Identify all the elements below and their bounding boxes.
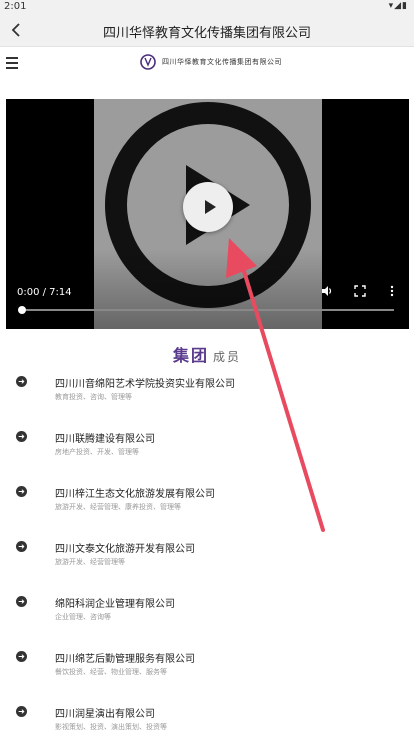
list-item[interactable]: ➜ 绵阳科润企业管理有限公司 企业管理、咨询等	[0, 590, 414, 645]
member-name[interactable]: 四川文泰文化旅游开发有限公司	[55, 540, 195, 555]
app-title: 四川华怿教育文化传播集团有限公司	[102, 26, 311, 41]
member-name[interactable]: 绵阳科润企业管理有限公司	[55, 595, 175, 610]
member-desc: 房地产投资、开发、管理等	[55, 448, 139, 456]
site-header: 四川华怿教育文化传播集团有限公司	[0, 47, 414, 83]
member-desc: 教育投资、咨询、管理等	[55, 393, 132, 401]
logo-mark-icon	[140, 54, 156, 70]
logo-text: 四川华怿教育文化传播集团有限公司	[162, 58, 282, 66]
play-icon	[204, 200, 216, 214]
member-list: ➜ 四川川音绵阳艺术学院投资实业有限公司 教育投资、咨询、管理等 ➜ 四川联腾建…	[0, 370, 414, 755]
video-time: 0:00 / 7:14	[17, 287, 72, 298]
member-desc: 旅游开发、经营管理等	[55, 558, 125, 566]
member-name[interactable]: 四川川音绵阳艺术学院投资实业有限公司	[55, 375, 235, 390]
member-desc: 影视策划、投资、演出策划、投资等	[55, 723, 167, 731]
list-item[interactable]: ➜ 四川文泰文化旅游开发有限公司 旅游开发、经营管理等	[0, 535, 414, 590]
hamburger-menu-icon[interactable]	[6, 57, 18, 69]
arrow-circle-icon: ➜	[16, 486, 27, 497]
list-item[interactable]: ➜ 四川联腾建设有限公司 房地产投资、开发、管理等	[0, 425, 414, 480]
app-bar: 四川华怿教育文化传播集团有限公司	[0, 14, 414, 47]
list-item[interactable]: ➜ 四川润星演出有限公司 影视策划、投资、演出策划、投资等	[0, 700, 414, 755]
video-progress-thumb[interactable]	[18, 306, 26, 314]
status-bar: 2:01 ▾◢▮	[0, 0, 414, 14]
list-item[interactable]: ➜ 四川川音绵阳艺术学院投资实业有限公司 教育投资、咨询、管理等	[0, 370, 414, 425]
site-logo[interactable]: 四川华怿教育文化传播集团有限公司	[140, 53, 282, 71]
video-progress-track[interactable]	[22, 309, 394, 311]
fullscreen-icon[interactable]	[353, 285, 367, 299]
status-time: 2:01	[4, 1, 27, 12]
member-desc: 企业管理、咨询等	[55, 613, 111, 621]
member-name[interactable]: 四川绵艺后勤管理服务有限公司	[55, 650, 195, 665]
member-name[interactable]: 四川梓江生态文化旅游发展有限公司	[55, 485, 215, 500]
section-title-strong: 集团	[172, 346, 209, 365]
member-name[interactable]: 四川联腾建设有限公司	[55, 430, 155, 445]
arrow-circle-icon: ➜	[16, 596, 27, 607]
play-button[interactable]	[183, 182, 233, 232]
member-desc: 旅游开发、经营管理、康养投资、管理等	[55, 503, 181, 511]
arrow-circle-icon: ➜	[16, 541, 27, 552]
video-player[interactable]: 0:00 / 7:14	[6, 99, 409, 329]
member-name[interactable]: 四川润星演出有限公司	[55, 705, 155, 720]
arrow-circle-icon: ➜	[16, 376, 27, 387]
section-title: 集团 成员	[0, 342, 414, 366]
volume-icon[interactable]	[320, 285, 334, 299]
section-title-light: 成员	[213, 350, 242, 364]
list-item[interactable]: ➜ 四川梓江生态文化旅游发展有限公司 旅游开发、经营管理、康养投资、管理等	[0, 480, 414, 535]
arrow-circle-icon: ➜	[16, 431, 27, 442]
member-desc: 餐饮投资、经营、物业管理、服务等	[55, 668, 167, 676]
status-icons: ▾◢▮	[388, 1, 408, 11]
arrow-circle-icon: ➜	[16, 651, 27, 662]
list-item[interactable]: ➜ 四川绵艺后勤管理服务有限公司 餐饮投资、经营、物业管理、服务等	[0, 645, 414, 700]
arrow-circle-icon: ➜	[16, 706, 27, 717]
more-options-icon[interactable]	[385, 285, 399, 299]
